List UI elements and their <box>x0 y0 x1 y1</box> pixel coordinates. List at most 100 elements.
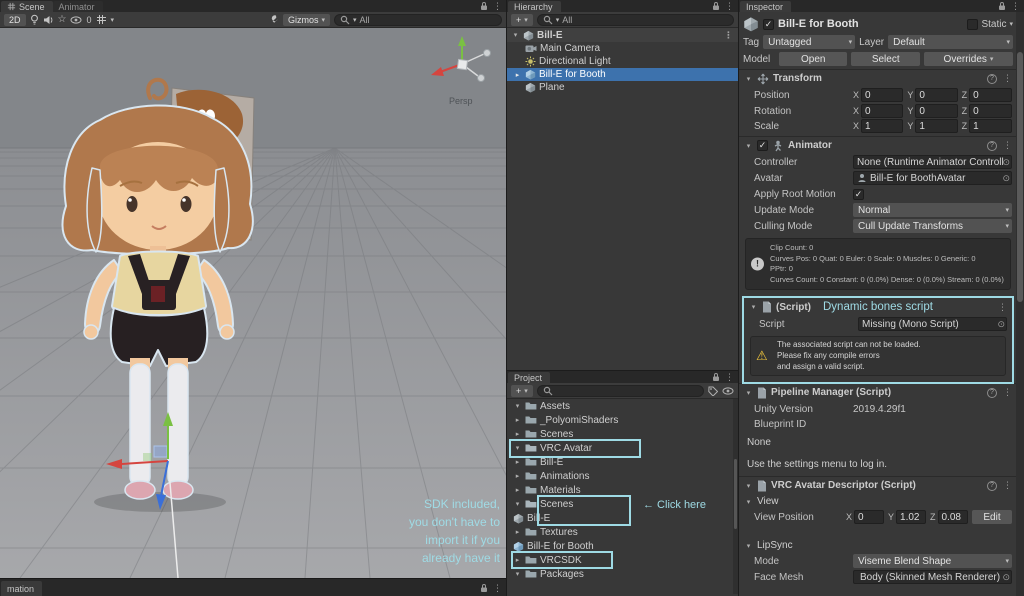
hidden-objects-eye-icon[interactable] <box>70 14 82 26</box>
help-icon[interactable]: ? <box>987 73 997 84</box>
component-menu-icon[interactable]: ⋮ <box>1003 74 1012 83</box>
position-z-field[interactable]: 0 <box>969 88 1012 102</box>
controller-object-field[interactable]: None (Runtime Animator Controll ⊙ <box>853 155 1012 169</box>
object-picker-icon[interactable]: ⊙ <box>1002 172 1010 184</box>
project-row-animations[interactable]: ▸ Animations <box>507 469 738 483</box>
foldout-arrow[interactable]: ▾ <box>744 389 753 397</box>
missing-script-component-header[interactable]: ▾ (Script) Dynamic bones script ⋮ <box>744 298 1012 316</box>
lock-icon[interactable] <box>998 1 1006 11</box>
help-icon[interactable]: ? <box>987 140 997 151</box>
project-row-textures[interactable]: ▸ Textures <box>507 525 738 539</box>
foldout-arrow[interactable]: ▸ <box>513 458 522 466</box>
transform-component-header[interactable]: ▾ Transform ? ⋮ <box>739 69 1017 87</box>
project-row-bill-e-scene[interactable]: Bill-E <box>507 511 738 525</box>
2d-toggle-button[interactable]: 2D <box>4 13 26 26</box>
asset-labels-icon[interactable] <box>708 385 718 397</box>
foldout-arrow[interactable]: ▾ <box>744 75 753 83</box>
pipeline-manager-component-header[interactable]: ▾ Pipeline Manager (Script) ? ⋮ <box>739 383 1017 401</box>
hierarchy-create-button[interactable]: + ▾ <box>511 13 533 26</box>
view-position-x-field[interactable]: 0 <box>854 510 884 525</box>
culling-mode-dropdown[interactable]: Cull Update Transforms <box>853 219 1012 233</box>
tab-scene[interactable]: Scene <box>1 1 53 12</box>
component-menu-icon[interactable]: ⋮ <box>1003 481 1012 490</box>
position-y-field[interactable]: 0 <box>915 88 958 102</box>
tab-animator[interactable]: Animator <box>52 1 103 12</box>
help-icon[interactable]: ? <box>987 480 997 491</box>
tab-project[interactable]: Project <box>508 372 551 383</box>
foldout-arrow[interactable]: ▾ <box>513 444 522 452</box>
face-mesh-object-field[interactable]: Body (Skinned Mesh Renderer) ⊙ <box>853 570 1012 585</box>
scene-viewport[interactable]: Persp SDK included, you don't have to im… <box>0 28 506 578</box>
foldout-arrow[interactable]: ▾ <box>744 542 753 550</box>
model-open-button[interactable]: Open <box>779 52 848 66</box>
lock-icon[interactable] <box>712 1 720 11</box>
foldout-arrow[interactable]: ▸ <box>513 472 522 480</box>
inspector-scrollbar[interactable] <box>1016 12 1024 596</box>
avatar-object-field[interactable]: Bill-E for BoothAvatar ⊙ <box>853 171 1012 185</box>
active-checkbox[interactable] <box>763 18 774 30</box>
static-dropdown[interactable]: Static ▾ <box>967 18 1013 30</box>
vrc-avatar-descriptor-component-header[interactable]: ▾ VRC Avatar Descriptor (Script) ? ⋮ <box>739 476 1017 494</box>
search-filter-caret[interactable]: ▾ <box>353 16 357 24</box>
component-menu-icon[interactable]: ⋮ <box>998 302 1007 312</box>
scale-y-field[interactable]: 1 <box>915 119 958 133</box>
scale-x-field[interactable]: 1 <box>861 119 904 133</box>
orientation-center-cube[interactable] <box>456 58 469 71</box>
component-menu-icon[interactable]: ⋮ <box>1003 141 1012 150</box>
project-row-vrcsdk[interactable]: ▸ VRCSDK <box>507 553 738 567</box>
static-checkbox[interactable] <box>967 18 979 30</box>
model-select-button[interactable]: Select <box>851 52 920 66</box>
rotation-x-field[interactable]: 0 <box>861 104 904 118</box>
perspective-label[interactable]: Persp <box>449 96 473 106</box>
edit-view-position-button[interactable]: Edit <box>972 510 1012 525</box>
project-row-bill-e-folder[interactable]: ▸ Bill-E <box>507 455 738 469</box>
foldout-arrow[interactable]: ▾ <box>511 31 520 39</box>
project-row-assets[interactable]: ▾ Assets <box>507 399 738 413</box>
animator-component-header[interactable]: ▾ Animator ?⋮ <box>739 136 1017 154</box>
gizmo-plane-handle-xz[interactable] <box>143 453 152 461</box>
foldout-arrow[interactable]: ▸ <box>513 416 522 424</box>
hierarchy-scene-row[interactable]: ▾ Bill-E ⋮ <box>507 28 738 42</box>
help-icon[interactable]: ? <box>987 387 997 398</box>
project-row-materials[interactable]: ▸ Materials <box>507 483 738 497</box>
foldout-arrow[interactable]: ▾ <box>513 402 522 410</box>
project-row-vrc-avatar[interactable]: ▾ VRC Avatar <box>507 441 738 455</box>
pane-menu-icon[interactable]: ⋮ <box>725 372 734 382</box>
hidden-packages-eye-icon[interactable] <box>722 385 734 397</box>
tab-inspector[interactable]: Inspector <box>740 1 792 12</box>
foldout-arrow[interactable]: ▸ <box>513 430 522 438</box>
foldout-arrow[interactable]: ▾ <box>513 570 522 578</box>
project-row-packages[interactable]: ▾ Packages <box>507 567 738 581</box>
tab-animation-partial[interactable]: mation <box>1 581 43 596</box>
hierarchy-search-field[interactable]: ▾ All <box>536 13 734 26</box>
project-create-button[interactable]: + ▾ <box>511 384 533 397</box>
foldout-arrow[interactable]: ▾ <box>749 303 758 311</box>
object-picker-icon[interactable]: ⊙ <box>1002 156 1010 168</box>
apply-root-motion-checkbox[interactable] <box>853 188 864 200</box>
scene-row-menu-icon[interactable]: ⋮ <box>724 30 733 40</box>
foldout-arrow[interactable]: ▸ <box>513 71 522 79</box>
pane-menu-icon[interactable]: ⋮ <box>493 1 502 11</box>
scene-search-field[interactable]: ▾ All <box>334 13 502 26</box>
lock-icon[interactable] <box>480 583 488 593</box>
foldout-arrow[interactable]: ▸ <box>513 556 522 564</box>
effects-toggle-icon[interactable]: ☆ <box>58 14 67 26</box>
layer-dropdown[interactable]: Default <box>888 35 1013 49</box>
model-overrides-button[interactable]: Overrides ▾ <box>923 52 1013 66</box>
lock-icon[interactable] <box>480 1 488 11</box>
gizmo-plane-handle-xy[interactable] <box>153 445 168 458</box>
foldout-arrow[interactable]: ▾ <box>744 482 753 490</box>
component-menu-icon[interactable]: ⋮ <box>1003 388 1012 397</box>
audio-toggle-icon[interactable] <box>43 14 54 26</box>
lighting-toggle-icon[interactable] <box>30 14 39 26</box>
component-enabled-checkbox[interactable] <box>757 140 768 151</box>
project-row-bill-e-for-booth[interactable]: Bill-E for Booth <box>507 539 738 553</box>
hierarchy-item-plane[interactable]: Plane <box>507 81 738 94</box>
rotation-y-field[interactable]: 0 <box>915 104 958 118</box>
update-mode-dropdown[interactable]: Normal <box>853 203 1012 217</box>
tag-dropdown[interactable]: Untagged <box>763 35 856 49</box>
project-search-field[interactable] <box>536 384 704 397</box>
foldout-arrow[interactable]: ▸ <box>513 528 522 536</box>
tab-hierarchy[interactable]: Hierarchy <box>508 1 561 12</box>
view-position-y-field[interactable]: 1.02 <box>896 510 926 525</box>
